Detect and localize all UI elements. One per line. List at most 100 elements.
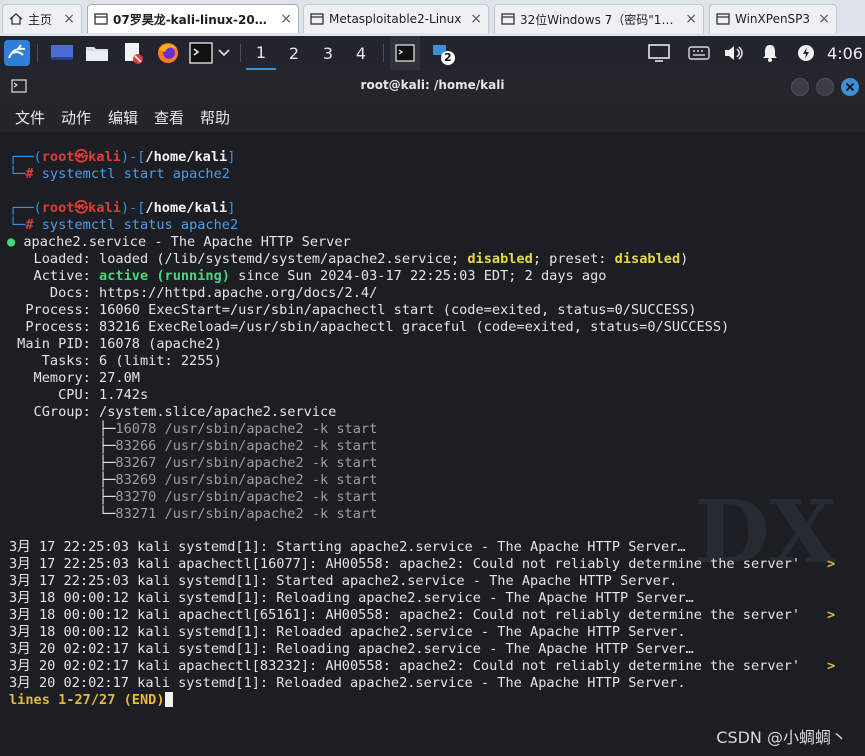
log-line: 3月 17 22:25:03 kali systemd[1]: Starting… [9, 539, 686, 555]
menu-view[interactable]: 查看 [154, 107, 184, 128]
minimize-button[interactable] [791, 78, 809, 96]
monitor-icon [648, 44, 670, 62]
window-title: root@kali: /home/kali [360, 78, 505, 92]
tab-home[interactable]: 主页 × [2, 4, 82, 33]
firefox-icon [158, 43, 178, 63]
close-icon[interactable]: × [280, 11, 292, 27]
tab-metasploitable[interactable]: Metasploitable2-Linux × [303, 4, 489, 33]
menu-file[interactable]: 文件 [15, 107, 45, 128]
status-process: Process: 83216 ExecReload=/usr/sbin/apac… [9, 319, 730, 335]
cgroup-process: ├─83269 /usr/sbin/apache2 -k start [9, 472, 378, 488]
chevron-down-icon [218, 49, 230, 57]
command-line: └─# systemctl status apache2 [9, 217, 239, 233]
top-panel: 1 2 3 4 2 4:06 [0, 36, 865, 70]
menu-actions[interactable]: 动作 [61, 107, 91, 128]
terminal-launcher-button[interactable] [188, 36, 214, 70]
file-manager-button[interactable] [83, 36, 111, 70]
tab-label: Metasploitable2-Linux [329, 12, 462, 26]
log-line: 3月 17 22:25:03 kali apachectl[16077]: AH… [9, 556, 801, 572]
keyboard-layout-button[interactable] [685, 36, 713, 70]
command-line: └─# systemctl start apache2 [9, 166, 230, 182]
tab-windows7[interactable]: 32位Windows 7（密码"1234... × [494, 4, 704, 33]
status-loaded: Loaded: loaded (/lib/systemd/system/apac… [9, 251, 689, 267]
log-line: 3月 17 22:25:03 kali systemd[1]: Started … [9, 573, 678, 589]
power-icon [798, 45, 814, 61]
window-group-icon [433, 45, 455, 65]
text-editor-button[interactable] [119, 36, 147, 70]
line-overflow-marker: > [827, 556, 836, 572]
command-text: systemctl status apache2 [41, 217, 239, 233]
pager-status: lines 1-27/27 (END) [9, 692, 173, 709]
status-cpu: CPU: 1.742s [9, 387, 149, 403]
notification-count: 2 [444, 51, 452, 64]
status-docs: Docs: https://httpd.apache.org/docs/2.4/ [9, 285, 378, 301]
tab-label: 32位Windows 7（密码"1234... [520, 12, 680, 27]
menu-edit[interactable]: 编辑 [108, 107, 138, 128]
tab-winxp[interactable]: WinXPenSP3 × [709, 4, 837, 33]
notifications-button[interactable] [757, 36, 783, 70]
terminal-icon [395, 44, 415, 62]
clock[interactable]: 4:06 [826, 36, 864, 70]
close-icon[interactable]: × [685, 11, 697, 27]
cgroup-process: ├─16078 /usr/sbin/apache2 -k start [9, 421, 378, 437]
prompt-line: ┌──(root㉿kali)-[/home/kali] [9, 149, 236, 165]
firefox-button[interactable] [154, 36, 182, 70]
taskbar-terminal-window[interactable] [390, 36, 420, 70]
menu-help[interactable]: 帮助 [200, 107, 230, 128]
terminal-menubar: 文件 动作 编辑 查看 帮助 [0, 102, 865, 132]
terminal-icon [189, 42, 213, 64]
close-icon[interactable]: × [470, 11, 482, 27]
keyboard-icon [688, 46, 710, 60]
power-button[interactable] [793, 36, 819, 70]
status-process: Process: 16060 ExecStart=/usr/sbin/apach… [9, 302, 697, 318]
log-line: 3月 20 02:02:17 kali systemd[1]: Reloaded… [9, 675, 686, 691]
status-main-pid: Main PID: 16078 (apache2) [9, 336, 222, 352]
folder-icon [86, 47, 108, 61]
vm-icon [310, 13, 324, 25]
cgroup-process: ├─83266 /usr/sbin/apache2 -k start [9, 438, 378, 454]
status-active: Active: active (running) since Sun 2024-… [9, 268, 607, 284]
log-line: 3月 20 02:02:17 kali systemd[1]: Reloadin… [9, 641, 694, 657]
workspace-4[interactable]: 4 [346, 36, 376, 70]
line-overflow-marker: > [827, 658, 836, 674]
log-line: 3月 18 00:00:12 kali systemd[1]: Reloaded… [9, 624, 686, 640]
volume-button[interactable] [720, 36, 748, 70]
vm-icon [501, 13, 515, 25]
terminal-titlebar[interactable]: root@kali: /home/kali [0, 70, 865, 102]
screen-recorder-button[interactable] [645, 36, 673, 70]
cgroup-process: └─83271 /usr/sbin/apache2 -k start [9, 506, 378, 522]
workspace-2[interactable]: 2 [279, 36, 309, 70]
tab-label: 07罗昊龙-kali-linux-2023.... [113, 12, 275, 27]
cgroup-process: ├─83267 /usr/sbin/apache2 -k start [9, 455, 378, 471]
maximize-button[interactable] [816, 78, 834, 96]
bell-icon [763, 45, 777, 62]
log-line: 3月 20 02:02:17 kali apachectl[83232]: AH… [9, 658, 801, 674]
show-desktop-button[interactable] [48, 36, 76, 70]
tab-label: 主页 [28, 12, 53, 27]
close-button[interactable] [841, 78, 859, 96]
status-dot-icon: ● [7, 234, 16, 250]
notification-indicator[interactable]: 2 [428, 36, 458, 70]
vm-icon [94, 13, 108, 25]
kali-dragon-icon [4, 40, 30, 66]
line-overflow-marker: > [827, 607, 836, 623]
log-line: 3月 18 00:00:12 kali systemd[1]: Reloadin… [9, 590, 694, 606]
volume-icon [725, 46, 743, 60]
status-tasks: Tasks: 6 (limit: 2255) [9, 353, 222, 369]
home-icon [9, 13, 23, 25]
close-icon[interactable]: × [818, 11, 830, 27]
close-icon[interactable]: × [63, 11, 75, 27]
watermark: CSDN @小蜩蜩丶 [716, 728, 847, 747]
tab-label: WinXPenSP3 [735, 12, 811, 26]
kali-menu-button[interactable] [3, 36, 31, 70]
vm-tab-bar: 主页 × 07罗昊龙-kali-linux-2023.... × Metaspl… [0, 0, 865, 37]
service-header: ● apache2.service - The Apache HTTP Serv… [7, 234, 351, 250]
tab-kali-vm[interactable]: 07罗昊龙-kali-linux-2023.... × [87, 4, 299, 33]
log-line: 3月 18 00:00:12 kali apachectl[65161]: AH… [9, 607, 801, 623]
launcher-dropdown[interactable] [215, 36, 233, 70]
workspace-1[interactable]: 1 [246, 36, 276, 70]
prompt-line: ┌──(root㉿kali)-[/home/kali] [9, 200, 236, 216]
workspace-3[interactable]: 3 [313, 36, 343, 70]
text-editor-icon [125, 43, 143, 64]
terminal-output[interactable]: DX ┌──(root㉿kali)-[/home/kali] └─# syste… [0, 132, 865, 756]
